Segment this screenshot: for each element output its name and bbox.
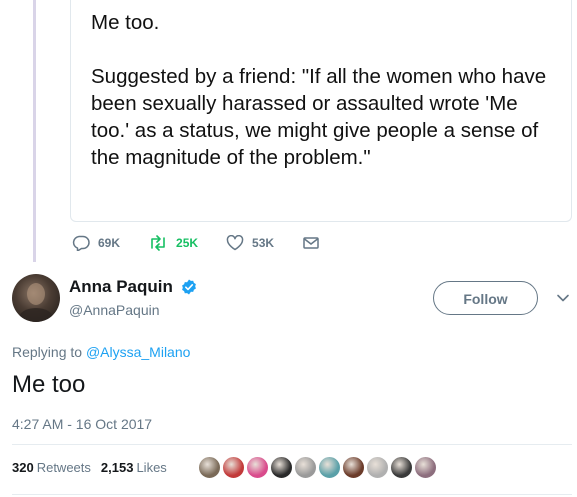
- avatar[interactable]: [12, 274, 60, 322]
- liker-avatar[interactable]: [414, 456, 437, 479]
- replying-to-label: Replying to: [12, 344, 83, 360]
- divider: [12, 444, 572, 445]
- tweet-text: Me too: [12, 371, 86, 398]
- reply-icon: [72, 235, 90, 251]
- profile-photo-icon: [19, 283, 53, 322]
- divider: [12, 494, 572, 495]
- mention-link[interactable]: @Alyssa_Milano: [86, 344, 190, 360]
- liker-avatar[interactable]: [270, 456, 293, 479]
- likes-count: 2,153: [100, 460, 134, 475]
- reply-action[interactable]: 69K: [72, 235, 120, 251]
- quoted-tweet-text: Me too. Suggested by a friend: "If all t…: [91, 11, 547, 169]
- follow-button[interactable]: Follow: [433, 281, 538, 315]
- retweet-icon: [151, 235, 165, 251]
- envelope-icon: [303, 237, 319, 249]
- liker-avatar[interactable]: [366, 456, 389, 479]
- heart-icon: [226, 235, 244, 251]
- quoted-tweet-card[interactable]: Me too. Suggested by a friend: "If all t…: [70, 0, 572, 222]
- replying-to: Replying to @Alyssa_Milano: [12, 344, 190, 360]
- likes-stat[interactable]: 2,153 Likes: [101, 460, 167, 475]
- retweet-count: 25K: [176, 236, 199, 250]
- chevron-down-icon[interactable]: [556, 293, 570, 303]
- verified-badge-icon: [182, 279, 196, 295]
- liker-avatar[interactable]: [390, 456, 413, 479]
- liker-avatar[interactable]: [246, 456, 269, 479]
- thread-line: [33, 0, 36, 262]
- quoted-tweet-actions: 69K 25K 53K: [72, 233, 356, 253]
- tweet-timestamp[interactable]: 4:27 AM - 16 Oct 2017: [12, 416, 152, 432]
- tweet-stats: 320 Retweets 2,153 Likes: [12, 460, 167, 475]
- author-name[interactable]: Anna Paquin: [69, 277, 173, 297]
- retweets-count: 320: [12, 460, 34, 475]
- reply-count: 69K: [98, 236, 121, 250]
- liker-avatar[interactable]: [198, 456, 221, 479]
- retweet-action[interactable]: 25K: [148, 235, 198, 251]
- liker-avatar[interactable]: [342, 456, 365, 479]
- like-count: 53K: [252, 236, 275, 250]
- retweets-stat[interactable]: 320 Retweets: [12, 460, 91, 475]
- liker-avatar[interactable]: [222, 456, 245, 479]
- likes-label: Likes: [136, 460, 167, 475]
- liker-avatar[interactable]: [294, 456, 317, 479]
- message-action[interactable]: [302, 235, 328, 251]
- liker-avatar[interactable]: [318, 456, 341, 479]
- like-action[interactable]: 53K: [226, 235, 274, 251]
- author-handle[interactable]: @AnnaPaquin: [69, 302, 160, 318]
- retweets-label: Retweets: [36, 460, 91, 475]
